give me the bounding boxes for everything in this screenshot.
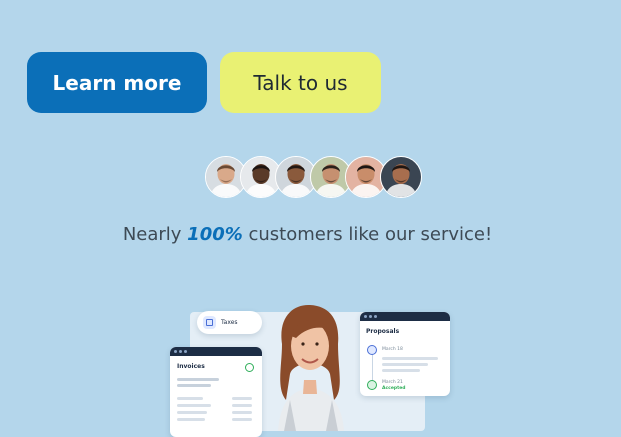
proposal-date-2: March 21: [382, 380, 403, 385]
talk-to-us-button[interactable]: Talk to us: [220, 52, 381, 113]
tagline-suffix: customers like our service!: [242, 224, 493, 245]
accepted-icon: [367, 380, 377, 390]
proposal-status: Accepted: [382, 386, 406, 391]
tagline-highlight: 100%: [187, 224, 243, 245]
taxes-chip: Taxes: [197, 311, 262, 334]
invoices-label: Invoices: [177, 363, 205, 370]
proposal-date-1: March 18: [382, 347, 403, 352]
proposals-label: Proposals: [366, 328, 400, 335]
taxes-label: Taxes: [221, 319, 238, 326]
check-icon: [245, 363, 254, 372]
product-illustration: Taxes Invoices Proposals March 18 March …: [165, 300, 460, 437]
avatar-6: [380, 156, 422, 198]
learn-more-button[interactable]: Learn more: [27, 52, 207, 113]
invoices-card: Invoices: [170, 347, 262, 437]
message-icon: [367, 345, 377, 355]
tagline: Nearly 100% customers like our service!: [0, 224, 615, 245]
woman-illustration: [278, 304, 344, 431]
tagline-prefix: Nearly: [122, 224, 188, 245]
proposals-card: Proposals March 18 March 21 Accepted: [360, 312, 450, 396]
